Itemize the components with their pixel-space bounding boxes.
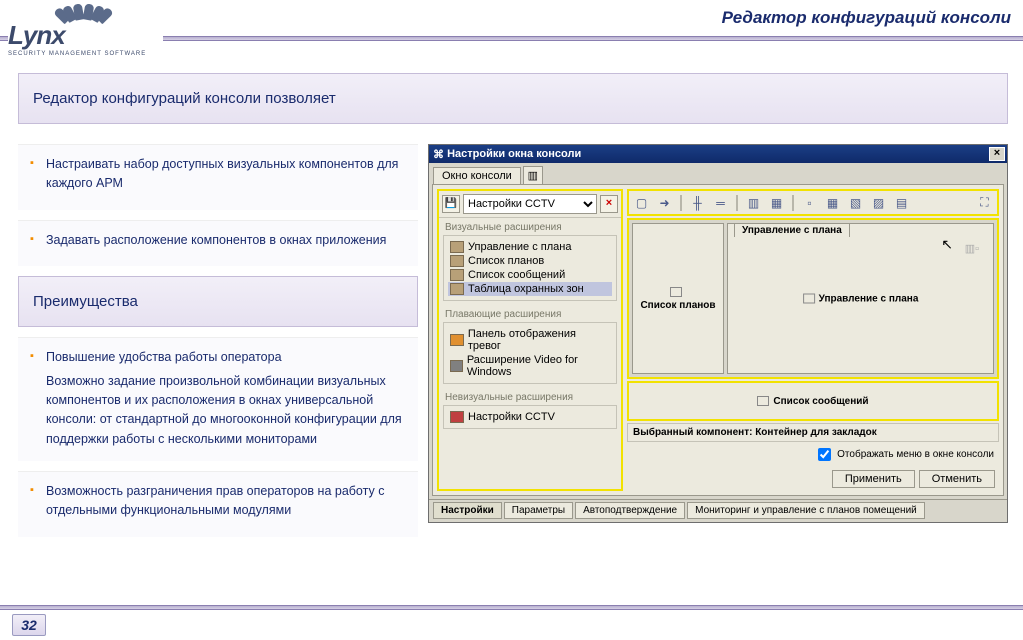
advantage-block-1: Повышение удобства работы оператора Возм… bbox=[18, 337, 418, 461]
logo: Lynx SECURITY MANAGEMENT SOFTWARE bbox=[8, 0, 163, 52]
advantage-title: Повышение удобства работы оператора bbox=[30, 348, 406, 367]
show-menu-checkbox[interactable]: Отображать меню в окне консоли bbox=[818, 449, 994, 460]
ext-item[interactable]: Список планов bbox=[448, 254, 612, 268]
tool-split-h-icon[interactable]: ╫ bbox=[689, 194, 706, 211]
logo-subtitle: SECURITY MANAGEMENT SOFTWARE bbox=[8, 51, 163, 57]
console-settings-window: ⌘ Настройки окна консоли × Окно консоли … bbox=[428, 144, 1008, 523]
window-icon: ⌘ bbox=[433, 148, 444, 161]
pane-tab[interactable]: Управление с плана bbox=[734, 223, 850, 237]
advantages-panel: Преимущества bbox=[18, 276, 418, 327]
ext-item[interactable]: Настройки CCTV bbox=[448, 410, 612, 424]
advantage-title: Возможность разграничения прав операторо… bbox=[30, 482, 406, 521]
pane-main[interactable]: Управление с плана ↖ ▥▫ Управление с пла… bbox=[727, 223, 994, 374]
apply-button[interactable]: Применить bbox=[832, 470, 915, 488]
footer-divider bbox=[0, 605, 1023, 610]
intro-panel: Редактор конфигураций консоли позволяет bbox=[18, 73, 1008, 124]
tool-expand-icon[interactable]: ⛶ bbox=[976, 194, 993, 211]
window-title: Настройки окна консоли bbox=[447, 148, 581, 160]
tool-chart2-icon[interactable]: ▨ bbox=[870, 194, 887, 211]
logo-text: Lynx bbox=[8, 20, 163, 51]
delete-icon[interactable]: × bbox=[600, 195, 618, 213]
extensions-panel: 💾 Настройки CCTV × Визуальные расширения… bbox=[437, 189, 623, 491]
layout-canvas[interactable]: Список планов Управление с плана ↖ ▥▫ Уп… bbox=[627, 218, 999, 379]
profile-dropdown[interactable]: Настройки CCTV bbox=[463, 194, 597, 214]
bottom-tab-settings[interactable]: Настройки bbox=[433, 502, 502, 519]
toolbar: ▢ ➜ ╫ ═ ▥ ▦ ▫ ▦ ▧ ▨ ▤ bbox=[627, 189, 999, 216]
cursor-icon: ↖ bbox=[941, 236, 953, 253]
window-titlebar[interactable]: ⌘ Настройки окна консоли × bbox=[429, 145, 1007, 163]
page-number: 32 bbox=[12, 614, 46, 636]
show-menu-input[interactable] bbox=[818, 448, 831, 461]
tool-chart-icon[interactable]: ▧ bbox=[847, 194, 864, 211]
bottom-tab-params[interactable]: Параметры bbox=[504, 502, 573, 519]
bottom-tab-monitoring[interactable]: Мониторинг и управление с планов помещен… bbox=[687, 502, 925, 519]
tool-new-icon[interactable]: ▢ bbox=[633, 194, 650, 211]
feature-item: Задавать расположение компонентов в окна… bbox=[30, 231, 406, 250]
pane-center-label: Управление с плана bbox=[803, 293, 919, 304]
group-nonvisual-label: Невизуальные расширения bbox=[439, 388, 621, 405]
feature-block-2: Задавать расположение компонентов в окна… bbox=[18, 220, 418, 266]
feature-block-1: Настраивать набор доступных визуальных к… bbox=[18, 144, 418, 210]
tool-arrow-icon[interactable]: ➜ bbox=[656, 194, 673, 211]
tab-layout-icon[interactable]: ▥ bbox=[523, 166, 543, 184]
ghost-icon: ▥▫ bbox=[965, 242, 979, 255]
cancel-button[interactable]: Отменить bbox=[919, 470, 995, 488]
tool-grid-icon[interactable]: ▦ bbox=[824, 194, 841, 211]
tool-date-icon[interactable]: ▤ bbox=[893, 194, 910, 211]
close-icon[interactable]: × bbox=[989, 147, 1005, 161]
tool-cols2-icon[interactable]: ▥ bbox=[745, 194, 762, 211]
ext-item[interactable]: Расширение Video for Windows bbox=[448, 353, 612, 379]
group-floating-label: Плавающие расширения bbox=[439, 305, 621, 322]
ext-item[interactable]: Управление с плана bbox=[448, 240, 612, 254]
page-title: Редактор конфигураций консоли bbox=[722, 8, 1011, 28]
feature-item: Настраивать набор доступных визуальных к… bbox=[30, 155, 406, 194]
group-visual-label: Визуальные расширения bbox=[439, 218, 621, 235]
advantage-block-2: Возможность разграничения прав операторо… bbox=[18, 471, 418, 537]
ext-item-selected[interactable]: Таблица охранных зон bbox=[448, 282, 612, 296]
pane-messages[interactable]: Список сообщений bbox=[627, 381, 999, 421]
bottom-tab-autoconfirm[interactable]: Автоподтверждение bbox=[575, 502, 685, 519]
tool-page-icon[interactable]: ▫ bbox=[801, 194, 818, 211]
tool-cols3-icon[interactable]: ▦ bbox=[768, 194, 785, 211]
advantage-desc: Возможно задание произвольной комбинации… bbox=[30, 372, 406, 450]
tab-console-window[interactable]: Окно консоли bbox=[433, 167, 521, 184]
ext-item[interactable]: Панель отображения тревог bbox=[448, 327, 612, 353]
status-bar: Выбранный компонент: Контейнер для закла… bbox=[627, 423, 999, 442]
tool-split-v-icon[interactable]: ═ bbox=[712, 194, 729, 211]
pane-plans-list[interactable]: Список планов bbox=[632, 223, 724, 374]
ext-item[interactable]: Список сообщений bbox=[448, 268, 612, 282]
save-icon[interactable]: 💾 bbox=[442, 195, 460, 213]
